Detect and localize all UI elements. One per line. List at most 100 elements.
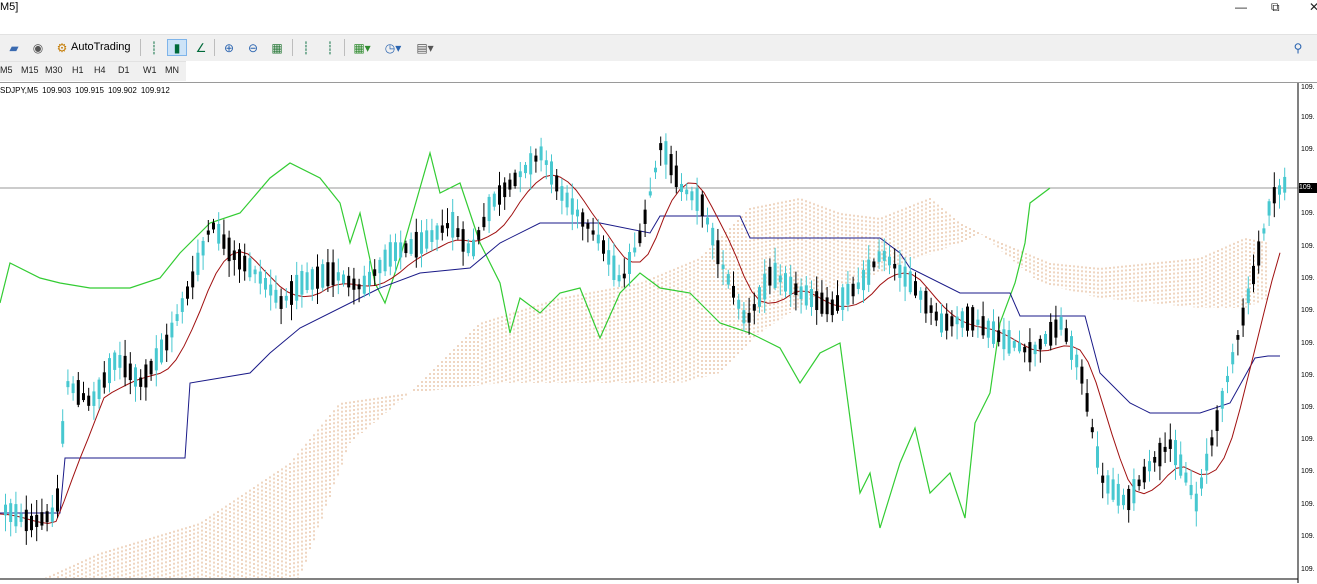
autoscroll-icon[interactable]: ┊ xyxy=(321,39,339,56)
candle-body xyxy=(716,240,720,265)
candle-body xyxy=(269,284,273,296)
candle-body xyxy=(742,310,746,324)
candle-body xyxy=(778,275,782,283)
candle-body xyxy=(472,239,475,257)
candle-body xyxy=(378,259,382,274)
candle-body xyxy=(128,363,132,381)
candle-body xyxy=(71,383,75,394)
candle-body xyxy=(430,230,434,242)
chart-shift-icon[interactable]: ┊ xyxy=(297,39,315,56)
market-watch-icon[interactable]: ▰ xyxy=(6,39,22,56)
candle-body xyxy=(201,240,205,256)
candle-body xyxy=(435,225,439,240)
price-axis-label: 109. xyxy=(1301,114,1315,121)
candle-body xyxy=(1283,176,1287,193)
candle-body xyxy=(1168,439,1172,449)
candle-body xyxy=(997,330,1001,342)
search-icon[interactable]: ⚲ xyxy=(1290,39,1306,56)
timeframe-h4[interactable]: H4 xyxy=(94,65,106,75)
candle-body xyxy=(279,296,283,309)
candle-body xyxy=(628,252,631,274)
periods-dropdown-icon[interactable]: ◷▾ xyxy=(380,39,406,56)
candle-body xyxy=(1236,335,1240,340)
timeframe-mn[interactable]: MN xyxy=(165,65,179,75)
minimize-icon[interactable]: — xyxy=(1235,0,1247,14)
price-axis-label: 109. xyxy=(1301,404,1315,411)
candle-body xyxy=(1153,456,1157,463)
candle-body xyxy=(1101,475,1105,483)
candle-body xyxy=(648,191,652,196)
candle-body xyxy=(24,509,28,532)
candle-body xyxy=(331,262,335,286)
candle-body xyxy=(1231,352,1235,365)
candle-body xyxy=(243,255,247,272)
price-chart[interactable] xyxy=(0,83,1317,583)
price-axis-label: 109. xyxy=(1301,84,1315,91)
timeframe-m15[interactable]: M15 xyxy=(21,65,39,75)
candle-body xyxy=(903,266,907,287)
templates-dropdown-icon[interactable]: ▤▾ xyxy=(412,39,438,56)
candle-body xyxy=(1158,442,1162,467)
candle-body xyxy=(877,251,881,262)
candle-body xyxy=(232,250,236,260)
restore-icon[interactable]: ⧉ xyxy=(1271,0,1280,15)
candle-body xyxy=(1142,466,1146,483)
autotrading-button[interactable]: AutoTrading xyxy=(53,38,131,56)
candle-body xyxy=(570,198,574,215)
price-axis-label: 109. xyxy=(1301,340,1315,347)
tile-windows-icon[interactable]: ▦ xyxy=(268,39,286,56)
price-axis-label: 109. xyxy=(1301,372,1315,379)
candlesticks xyxy=(4,133,1287,545)
candle-body xyxy=(659,143,663,151)
candle-body xyxy=(685,189,689,195)
chart-high: 109.915 xyxy=(75,86,104,95)
timeframe-d1[interactable]: D1 xyxy=(118,65,130,75)
candle-body xyxy=(1252,265,1255,285)
candle-body xyxy=(186,286,189,299)
candle-body xyxy=(815,291,819,311)
chikou-span-line xyxy=(0,150,1051,529)
bar-chart-icon[interactable]: ┊ xyxy=(145,39,163,56)
candle-body xyxy=(622,273,626,279)
zoom-out-icon[interactable]: ⊖ xyxy=(244,39,262,56)
zoom-in-icon[interactable]: ⊕ xyxy=(220,39,238,56)
candle-body xyxy=(253,269,257,275)
candle-body xyxy=(1148,461,1151,472)
candle-body xyxy=(732,285,735,298)
timeframe-w1[interactable]: W1 xyxy=(143,65,157,75)
candle-body xyxy=(758,287,761,307)
indicators-dropdown-icon[interactable]: ▦▾ xyxy=(350,39,374,56)
candle-body xyxy=(1179,454,1183,476)
candle-body xyxy=(851,283,855,297)
candle-body xyxy=(40,512,44,526)
candle-body xyxy=(846,283,850,305)
candle-body xyxy=(763,273,767,300)
candle-body xyxy=(789,276,793,295)
candle-body xyxy=(773,262,777,289)
candle-body xyxy=(700,194,704,217)
candle-body xyxy=(752,304,756,311)
line-chart-icon[interactable]: ∠ xyxy=(192,39,210,56)
candle-body xyxy=(862,269,865,291)
candle-body xyxy=(633,247,637,253)
candle-body xyxy=(4,504,7,516)
candle-body xyxy=(295,274,299,301)
candle-body xyxy=(326,262,330,287)
signals-icon[interactable]: ◉ xyxy=(30,39,46,56)
candle-body xyxy=(56,488,59,512)
candle-body xyxy=(971,307,975,331)
timeframe-m30[interactable]: M30 xyxy=(45,65,63,75)
candle-body xyxy=(466,243,470,254)
timeframe-h1[interactable]: H1 xyxy=(72,65,84,75)
candlestick-chart-icon[interactable]: ▮ xyxy=(167,39,187,56)
candle-body xyxy=(92,391,96,406)
candle-body xyxy=(264,277,267,290)
candle-body xyxy=(420,232,423,254)
timeframe-m5[interactable]: M5 xyxy=(0,65,13,75)
candle-body xyxy=(726,274,730,285)
candle-body xyxy=(1257,241,1261,266)
candle-body xyxy=(706,217,709,225)
close-icon[interactable]: ✕ xyxy=(1309,0,1317,14)
candle-body xyxy=(66,381,70,388)
candle-body xyxy=(336,272,340,281)
